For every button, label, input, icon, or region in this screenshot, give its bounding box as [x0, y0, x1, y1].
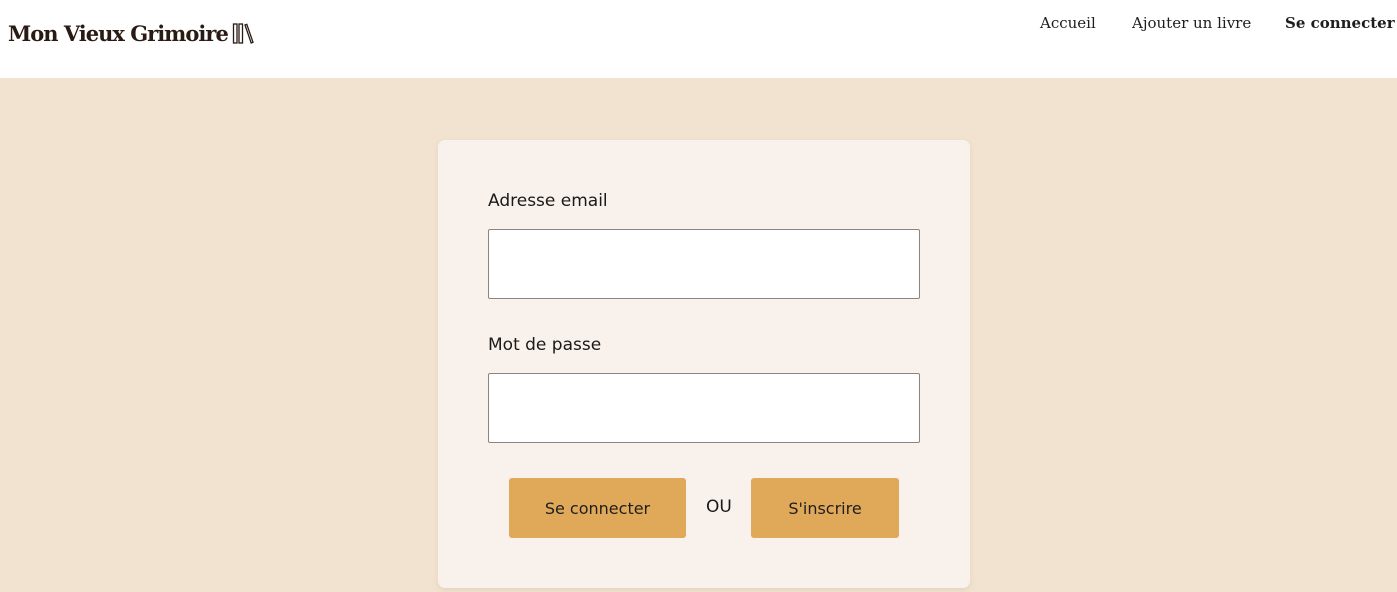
- email-label: Adresse email: [488, 191, 608, 211]
- nav-add-book-link[interactable]: Ajouter un livre: [1132, 14, 1251, 32]
- login-card: Adresse email Mot de passe Se connecter …: [438, 140, 970, 588]
- books-icon: [232, 21, 254, 45]
- site-header: Mon Vieux Grimoire Accueil Ajouter un li…: [0, 0, 1397, 78]
- email-field[interactable]: [488, 229, 920, 299]
- login-button[interactable]: Se connecter: [509, 478, 686, 538]
- logo-text: Mon Vieux Grimoire: [8, 20, 229, 46]
- or-separator: OU: [706, 497, 732, 517]
- password-field[interactable]: [488, 373, 920, 443]
- site-logo[interactable]: Mon Vieux Grimoire: [8, 16, 254, 50]
- nav-login-link[interactable]: Se connecter: [1285, 14, 1395, 32]
- password-label: Mot de passe: [488, 335, 602, 355]
- nav-home-link[interactable]: Accueil: [1040, 14, 1096, 32]
- signup-button[interactable]: S'inscrire: [751, 478, 899, 538]
